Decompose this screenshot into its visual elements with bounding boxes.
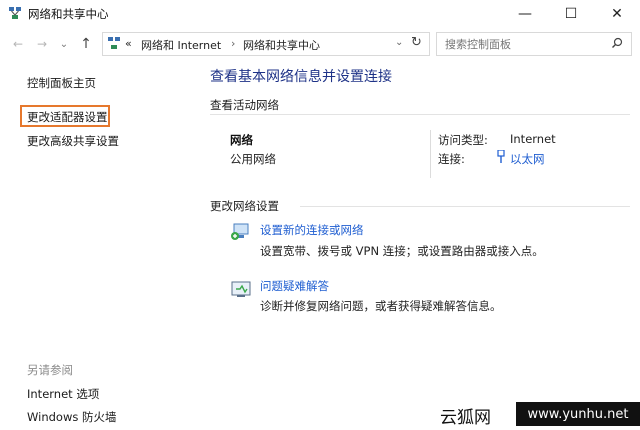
control-panel-icon bbox=[108, 37, 120, 49]
setup-connection-desc: 设置宽带、拨号或 VPN 连接；或设置路由器或接入点。 bbox=[260, 244, 544, 258]
main-content: 查看基本网络信息并设置连接 查看活动网络 网络 公用网络 访问类型: Inter… bbox=[190, 60, 640, 430]
setup-connection-link[interactable]: 设置新的连接或网络 bbox=[260, 222, 364, 238]
refresh-button[interactable]: ↻ bbox=[411, 35, 422, 50]
network-name: 网络 bbox=[230, 133, 253, 147]
recent-locations-button[interactable]: ⌄ bbox=[56, 36, 72, 52]
troubleshoot-link[interactable]: 问题疑难解答 bbox=[260, 278, 329, 294]
vertical-divider bbox=[430, 130, 431, 178]
divider bbox=[210, 114, 630, 115]
connection-label: 连接: bbox=[438, 152, 465, 166]
title-bar: 网络和共享中心 — ☐ ✕ bbox=[0, 0, 640, 28]
search-input[interactable] bbox=[445, 36, 595, 52]
close-button[interactable]: ✕ bbox=[594, 0, 640, 28]
see-also-internet-options[interactable]: Internet 选项 bbox=[27, 386, 99, 402]
watermark: 云狐网 www.yunhu.net bbox=[424, 398, 640, 430]
watermark-logo: 云狐网 bbox=[440, 408, 491, 428]
address-bar[interactable]: « 网络和 Internet › 网络和共享中心 ⌄ ↻ bbox=[102, 32, 430, 56]
sidebar: 控制面板主页 更改适配器设置 更改高级共享设置 另请参阅 Internet 选项… bbox=[0, 60, 190, 430]
page-title: 查看基本网络信息并设置连接 bbox=[210, 69, 392, 85]
troubleshoot-icon bbox=[231, 281, 251, 297]
search-icon[interactable] bbox=[611, 37, 623, 49]
breadcrumb-separator: › bbox=[231, 37, 236, 50]
back-button[interactable]: ← bbox=[10, 36, 26, 52]
access-type-label: 访问类型: bbox=[438, 133, 488, 147]
sidebar-item-advanced-sharing[interactable]: 更改高级共享设置 bbox=[27, 133, 119, 149]
breadcrumb-network-center[interactable]: 网络和共享中心 bbox=[243, 37, 320, 53]
window-title: 网络和共享中心 bbox=[28, 7, 109, 21]
forward-button[interactable]: → bbox=[34, 36, 50, 52]
divider bbox=[300, 206, 630, 207]
maximize-button[interactable]: ☐ bbox=[548, 0, 594, 28]
watermark-url: www.yunhu.net bbox=[516, 402, 640, 426]
sidebar-item-control-panel-home[interactable]: 控制面板主页 bbox=[27, 75, 96, 91]
minimize-button[interactable]: — bbox=[502, 0, 548, 28]
network-center-icon bbox=[9, 7, 21, 19]
see-also-heading: 另请参阅 bbox=[27, 363, 73, 377]
access-type-value: Internet bbox=[510, 132, 556, 146]
sidebar-item-change-adapter[interactable]: 更改适配器设置 bbox=[27, 109, 108, 125]
breadcrumb-overflow[interactable]: « bbox=[125, 37, 132, 50]
breadcrumb-network-internet[interactable]: 网络和 Internet bbox=[141, 37, 221, 53]
troubleshoot-desc: 诊断并修复网络问题，或者获得疑难解答信息。 bbox=[260, 299, 502, 313]
active-network-heading: 查看活动网络 bbox=[210, 98, 279, 112]
address-dropdown-button[interactable]: ⌄ bbox=[395, 37, 403, 48]
ethernet-icon bbox=[497, 150, 505, 163]
new-connection-icon bbox=[231, 223, 249, 240]
up-button[interactable]: ↑ bbox=[78, 36, 94, 52]
ethernet-connection-link[interactable]: 以太网 bbox=[510, 151, 545, 167]
search-box bbox=[436, 32, 632, 56]
see-also-windows-firewall[interactable]: Windows 防火墙 bbox=[27, 409, 117, 425]
network-type-link[interactable]: 公用网络 bbox=[230, 151, 276, 167]
change-settings-heading: 更改网络设置 bbox=[210, 199, 279, 213]
